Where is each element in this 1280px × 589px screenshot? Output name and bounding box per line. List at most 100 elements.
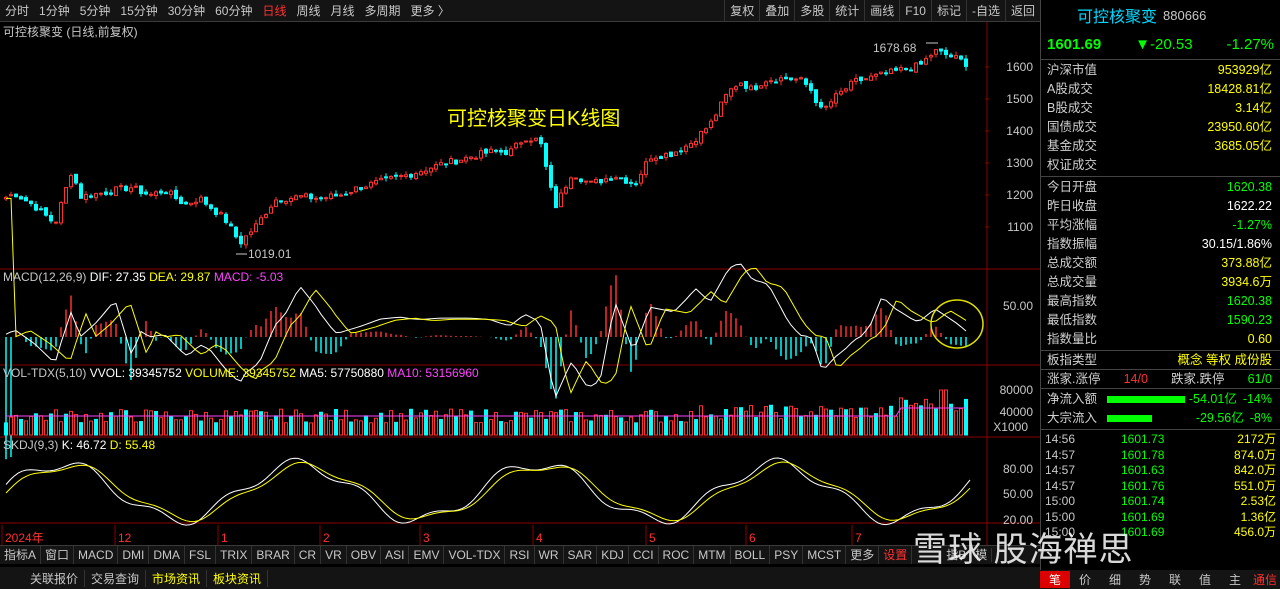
sidebar-tab[interactable]: 势 [1130,571,1160,588]
tick-volume: 842.0万 [1233,463,1276,477]
candle-body [179,196,183,205]
indicator-tab[interactable]: WR [535,546,564,564]
skdj-d: D: 55.48 [109,438,156,452]
volume-bar [9,416,13,436]
period-tab[interactable]: 更多 〉 [406,0,455,22]
flow-pct: -14% [1242,392,1272,406]
flow-label: 净流入额 [1047,392,1098,406]
volume-bar [304,421,308,436]
indicator-tab[interactable]: VR [321,546,347,564]
volume-bar [829,409,833,436]
candle-body [39,208,43,211]
sidebar-tab[interactable]: 价 [1070,571,1100,588]
sidebar-tab[interactable]: 主 [1220,571,1250,588]
volume-bar [644,411,648,436]
indicator-tab[interactable]: DMA [149,546,186,564]
toolbar-button[interactable]: F10 [899,0,931,22]
candle-body [899,67,903,71]
indicator-tab[interactable]: 指标A [0,546,42,564]
volume-bar [964,398,968,436]
candle-body [24,197,28,202]
flow-row: 大宗流入 -29.56亿 -8% [1041,409,1280,428]
toolbar-button[interactable]: 画线 [864,0,899,22]
bottom-tab[interactable]: 板块资讯 [207,569,269,587]
candle-body [674,151,678,156]
toolbar-button[interactable]: 统计 [829,0,864,22]
indicator-tab[interactable]: DMI [118,546,150,564]
period-tab[interactable]: 月线 [326,0,360,22]
period-tab[interactable]: 15分钟 [115,0,162,22]
volume-bar [254,410,258,436]
volume-bar [874,413,878,436]
period-tab[interactable]: 30分钟 [163,0,210,22]
candle-body [499,149,503,153]
period-tab[interactable]: 周线 [291,0,325,22]
indicator-tab[interactable]: TRIX [216,546,253,564]
volume-bar [399,413,403,436]
toolbar-button[interactable]: 多股 [794,0,829,22]
indicator-tab[interactable]: CCI [629,546,659,564]
sidebar-tab[interactable]: 通信 [1250,571,1280,588]
indicator-tab[interactable]: PSY [770,546,804,564]
indicator-tab[interactable]: MTM [694,546,731,564]
volume-bar [369,422,373,436]
toolbar-button[interactable]: 标记 [930,0,966,22]
volume-bar [244,409,248,436]
volume-bar [309,422,313,436]
indicator-tab[interactable]: SAR [564,546,598,564]
toolbar-button[interactable]: 返回 [1004,0,1040,22]
volume-bar [279,408,283,436]
candle-body [604,178,608,183]
indicator-tab[interactable]: BRAR [252,546,295,564]
sidebar-tab[interactable]: 笔 [1040,571,1070,588]
toolbar-button[interactable]: 复权 [724,0,759,22]
bottom-tab[interactable]: 市场资讯 [146,569,208,587]
indicator-tab[interactable]: MACD [74,546,119,564]
x-axis-label: 4 [536,531,543,545]
volume-bar [224,410,228,436]
period-tab[interactable]: 多周期 [360,0,406,22]
market-row: A股成交 18428.81亿 [1041,80,1280,99]
bottom-tab[interactable]: 关联报价 [24,569,86,587]
period-tab[interactable]: 60分钟 [210,0,257,22]
candle-body [399,175,403,178]
sidebar-tab[interactable]: 细 [1100,571,1130,588]
candle-body [854,77,858,82]
volume-bar [939,389,943,436]
volume-bar [789,405,793,436]
indicator-tab[interactable]: KDJ [597,546,629,564]
indicator-tab[interactable]: RSI [505,546,535,564]
indicator-tab[interactable]: ROC [659,546,695,564]
tick-time: 14:57 [1045,447,1076,462]
sidebar-tab[interactable]: 值 [1190,571,1220,588]
candle-body [544,142,548,167]
indicator-tab[interactable]: BOLL [731,546,771,564]
candle-body [554,186,558,209]
sidebar-tab[interactable]: 联 [1160,571,1190,588]
toolbar-button[interactable]: 叠加 [759,0,794,22]
indicator-tab[interactable]: VOL-TDX [444,546,506,564]
period-tab[interactable]: 5分钟 [75,0,116,22]
indicator-tab[interactable]: 更多 [846,546,880,564]
bottom-tabs: 关联报价 交易查询 市场资讯 板块资讯 [0,567,1040,589]
indicator-tab[interactable]: FSL [185,546,217,564]
indicator-tab[interactable]: 设置 [879,546,913,564]
period-tab[interactable]: 日线 [257,0,291,22]
down-label: 跌家.跌停 [1171,372,1225,386]
stat-row: 今日开盘 1620.38 [1041,178,1280,197]
tick-row: 14:57 1601.78 874.0万 [1041,448,1280,464]
period-tab[interactable]: 分时 [0,0,34,22]
period-tab[interactable]: 1分钟 [34,0,75,22]
candle-body [564,186,568,194]
indicator-tab[interactable]: CR [295,546,322,564]
indicator-tab[interactable]: MCST [803,546,847,564]
toolbar-button[interactable]: -自选 [965,0,1005,22]
volume-bar [764,405,768,436]
indicator-tab[interactable]: OBV [347,546,382,564]
indicator-tab[interactable]: 窗口 [41,546,75,564]
indicator-tab[interactable]: EMV [409,546,445,564]
block-type-value[interactable]: 概念 等权 成份股 [1178,351,1272,369]
indicator-tab[interactable]: ASI [381,546,410,564]
bottom-tab[interactable]: 交易查询 [85,569,147,587]
volume-bar [154,410,158,436]
